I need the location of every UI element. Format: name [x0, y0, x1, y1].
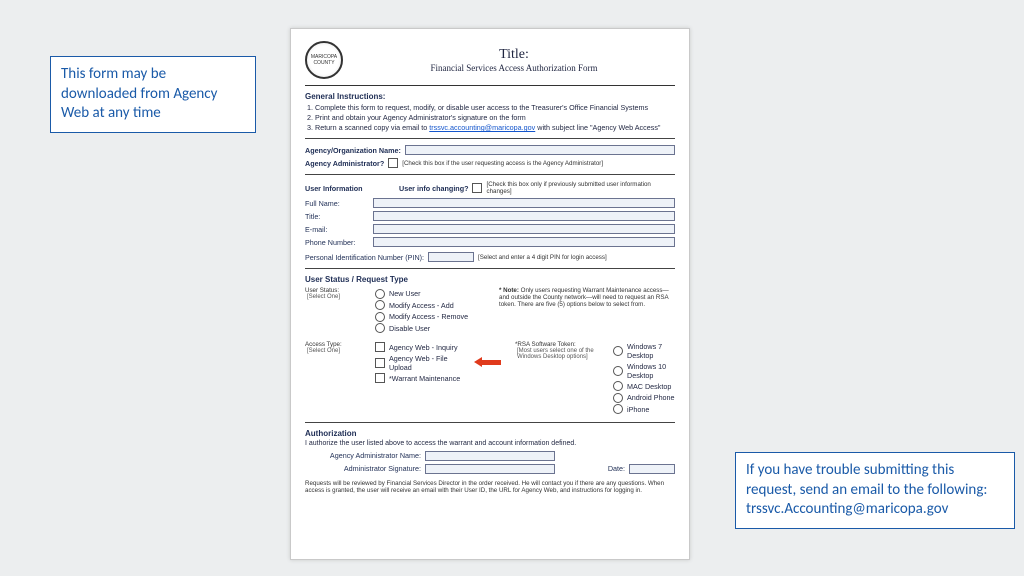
- user-status-label-col: User Status: [Select One]: [305, 287, 361, 335]
- county-seal-icon: MARICOPA COUNTY: [305, 41, 343, 79]
- rsa-label-col: *RSA Software Token: [Most users select …: [515, 341, 599, 416]
- agency-org-input[interactable]: [405, 145, 675, 155]
- user-status-label: User Status:: [305, 287, 361, 294]
- authorization-heading: Authorization: [305, 429, 675, 438]
- agency-org-row: Agency/Organization Name:: [305, 145, 675, 155]
- date-label: Date:: [608, 464, 625, 473]
- status-heading: User Status / Request Type: [305, 275, 675, 284]
- footer-note: Requests will be reviewed by Financial S…: [305, 480, 675, 496]
- status-radio-modify-remove[interactable]: [375, 312, 385, 322]
- agency-admin-label: Agency Administrator?: [305, 159, 384, 168]
- user-info-changing-checkbox[interactable]: [472, 183, 482, 193]
- callout-text: This form may be downloaded from Agency …: [61, 65, 217, 122]
- access-type-label-col: Access Type: [Select One]: [305, 341, 361, 416]
- instruction-item: Complete this form to request, modify, o…: [315, 103, 675, 112]
- rsa-hint: [Most users select one of the Windows De…: [517, 348, 599, 362]
- divider: [305, 138, 675, 139]
- access-block: Access Type: [Select One] Agency Web - I…: [305, 341, 675, 416]
- highlight-arrow-icon: [480, 360, 501, 365]
- access-type-options: Agency Web - Inquiry Agency Web - File U…: [375, 341, 501, 416]
- general-instructions-heading: General Instructions:: [305, 92, 675, 101]
- instruction-item: Print and obtain your Agency Administrat…: [315, 113, 675, 122]
- admin-name-row: Agency Administrator Name:: [305, 451, 675, 461]
- admin-sig-label: Administrator Signature:: [305, 464, 421, 473]
- user-info-changing-hint: [Check this box only if previously submi…: [486, 181, 675, 195]
- rsa-radio-iphone[interactable]: [613, 404, 623, 414]
- date-input[interactable]: [629, 464, 675, 474]
- pin-label: Personal Identification Number (PIN):: [305, 253, 424, 262]
- user-status-options: New User Modify Access - Add Modify Acce…: [375, 287, 485, 335]
- callout-email: trssvc.Accounting@maricopa.gov: [746, 500, 948, 518]
- agency-admin-hint: [Check this box if the user requesting a…: [402, 160, 603, 167]
- callout-support-note: If you have trouble submitting this requ…: [735, 452, 1015, 529]
- doc-title: Title:: [353, 47, 675, 63]
- admin-name-label: Agency Administrator Name:: [305, 451, 421, 460]
- email-label: E-mail:: [305, 225, 369, 234]
- phone-input[interactable]: [373, 237, 675, 247]
- instructions-list: Complete this form to request, modify, o…: [305, 103, 675, 132]
- agency-admin-checkbox[interactable]: [388, 158, 398, 168]
- form-document: MARICOPA COUNTY Title: Financial Service…: [290, 28, 690, 560]
- email-input[interactable]: [373, 224, 675, 234]
- pin-hint: [Select and enter a 4 digit PIN for logi…: [478, 254, 607, 261]
- doc-subtitle: Financial Services Access Authorization …: [353, 63, 675, 73]
- pin-input[interactable]: [428, 252, 474, 262]
- status-radio-new[interactable]: [375, 289, 385, 299]
- select-one-hint: [Select One]: [307, 294, 361, 300]
- admin-sig-input[interactable]: [425, 464, 555, 474]
- title-input[interactable]: [373, 211, 675, 221]
- note-col: * Note: Only users requesting Warrant Ma…: [499, 287, 675, 335]
- access-type-label: Access Type:: [305, 341, 361, 348]
- user-info-header-row: User Information User info changing? [Ch…: [305, 181, 675, 195]
- title-label: Title:: [305, 212, 369, 221]
- pin-row: Personal Identification Number (PIN): [S…: [305, 252, 675, 262]
- rsa-options: Windows 7 Desktop Windows 10 Desktop MAC…: [613, 341, 675, 416]
- status-block: User Status: [Select One] New User Modif…: [305, 287, 675, 335]
- phone-label: Phone Number:: [305, 238, 369, 247]
- access-chk-upload[interactable]: [375, 358, 385, 368]
- admin-name-input[interactable]: [425, 451, 555, 461]
- status-radio-disable[interactable]: [375, 323, 385, 333]
- rsa-radio-mac[interactable]: [613, 381, 623, 391]
- callout-download-note: This form may be downloaded from Agency …: [50, 56, 256, 133]
- authorization-text: I authorize the user listed above to acc…: [305, 440, 675, 447]
- divider: [305, 268, 675, 269]
- instruction-email-link[interactable]: trssvc.accounting@maricopa.gov: [429, 123, 535, 132]
- access-chk-warrant[interactable]: [375, 373, 385, 383]
- doc-header: MARICOPA COUNTY Title: Financial Service…: [305, 41, 675, 86]
- rsa-label: *RSA Software Token:: [515, 341, 599, 348]
- divider: [305, 422, 675, 423]
- user-info-heading: User Information: [305, 184, 395, 193]
- instruction-item: Return a scanned copy via email to trssv…: [315, 123, 675, 132]
- agency-admin-row: Agency Administrator? [Check this box if…: [305, 158, 675, 168]
- agency-org-label: Agency/Organization Name:: [305, 146, 401, 155]
- fullname-label: Full Name:: [305, 199, 369, 208]
- status-radio-modify-add[interactable]: [375, 300, 385, 310]
- user-info-block: Full Name: Title: E-mail: Phone Number:: [305, 198, 675, 247]
- callout-text: If you have trouble submitting this requ…: [746, 461, 987, 499]
- admin-sig-row: Administrator Signature: Date:: [305, 464, 675, 474]
- fullname-input[interactable]: [373, 198, 675, 208]
- rsa-radio-win7[interactable]: [613, 346, 623, 356]
- user-info-changing-label: User info changing?: [399, 184, 468, 193]
- rsa-radio-win10[interactable]: [613, 366, 623, 376]
- access-chk-inquiry[interactable]: [375, 342, 385, 352]
- select-one-hint: [Select One]: [307, 348, 361, 354]
- divider: [305, 174, 675, 175]
- rsa-radio-android[interactable]: [613, 393, 623, 403]
